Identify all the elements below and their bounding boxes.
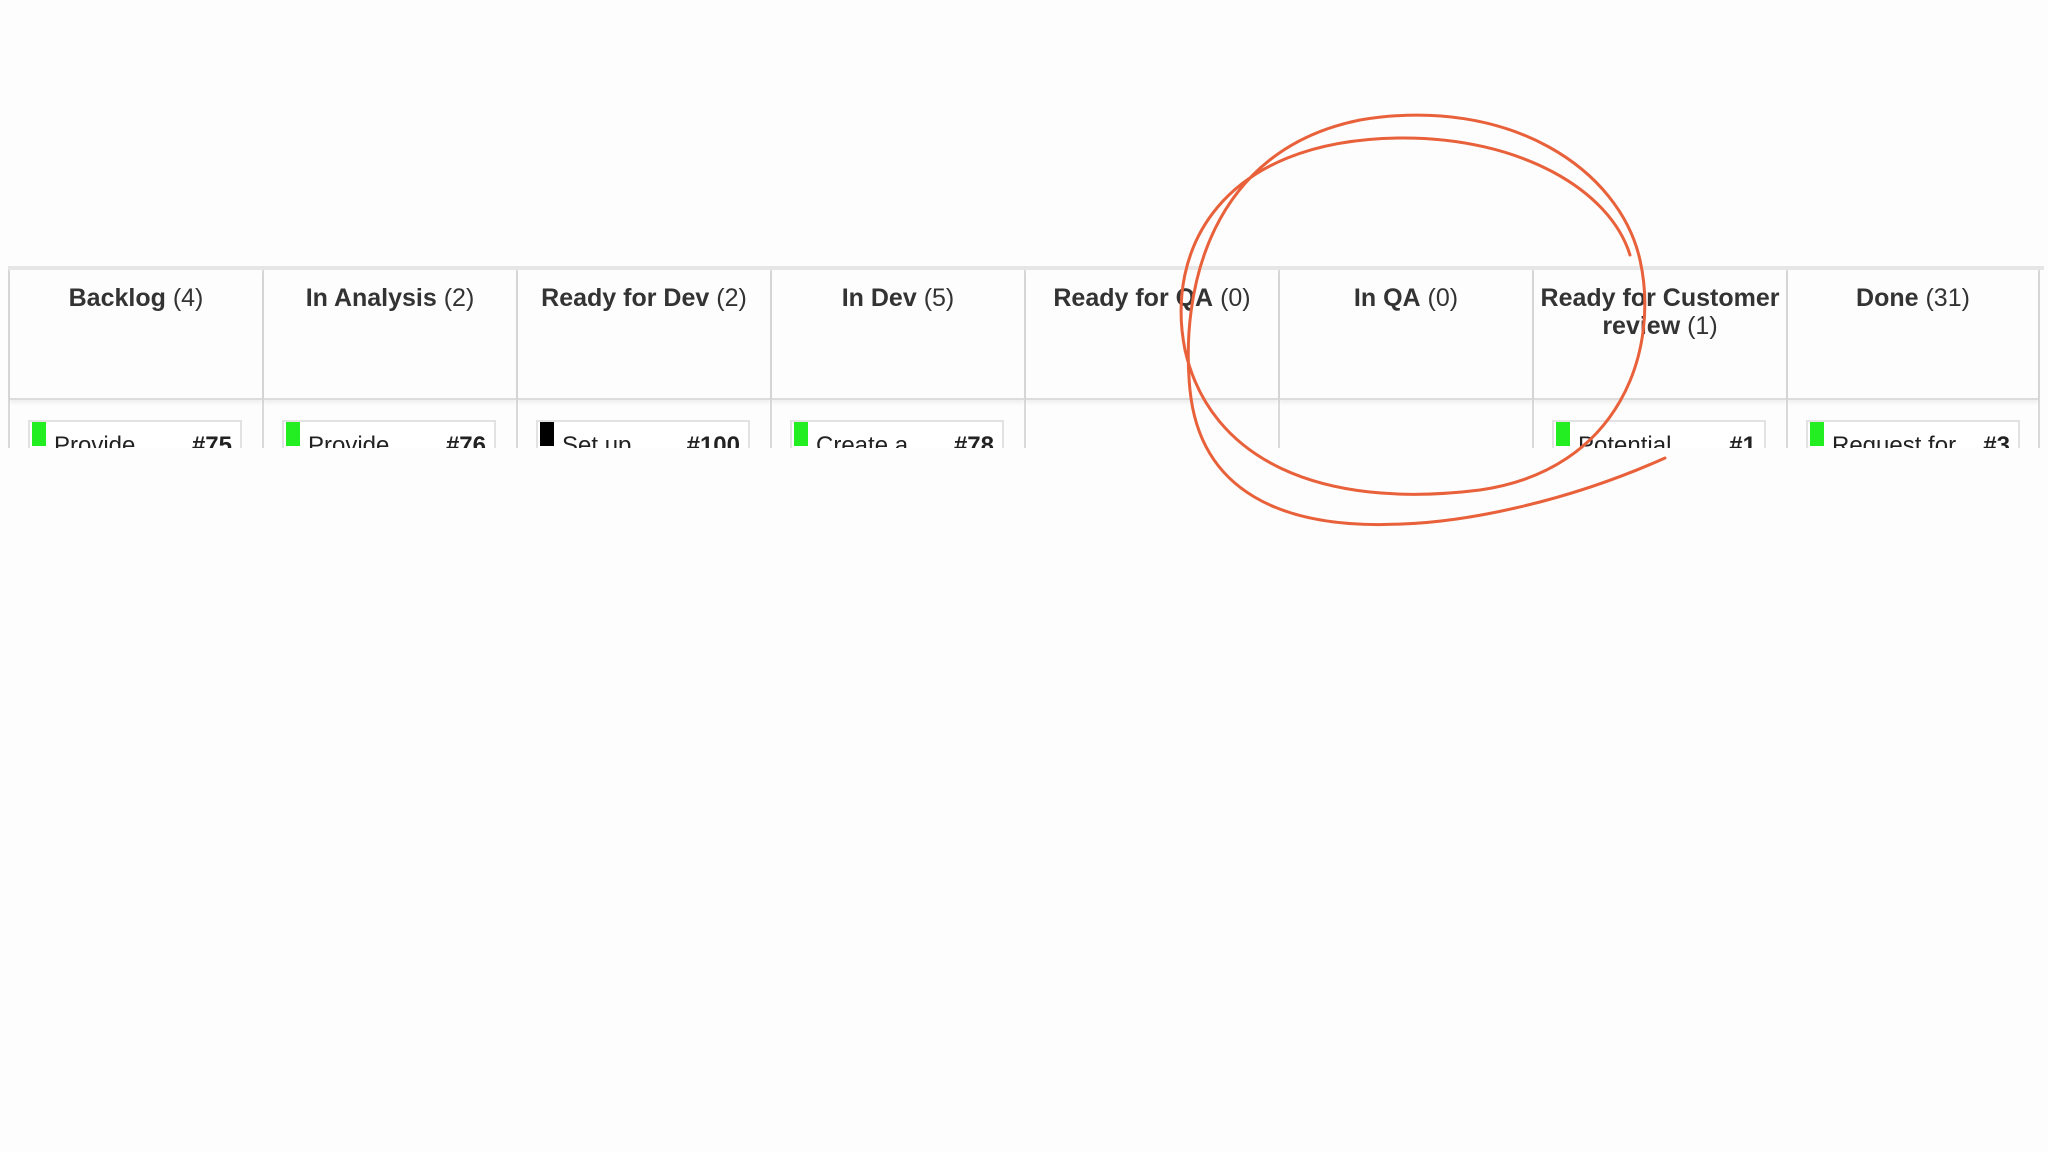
column-name: In QA <box>1353 284 1421 312</box>
column-ready-for-dev: Ready for Dev (2) Set up #100 <box>516 270 770 448</box>
card-title: Set up <box>562 432 632 448</box>
column-header: Ready for Customer review (1) <box>1534 270 1786 400</box>
column-count: (0) <box>1220 284 1251 312</box>
card-number: #100 <box>686 432 740 448</box>
card-title: Request for <box>1832 432 1957 448</box>
card-flag <box>794 422 808 446</box>
card-number: #3 <box>1983 432 2010 448</box>
column-ready-for-qa: Ready for QA (0) <box>1024 270 1278 448</box>
column-in-qa: In QA (0) <box>1278 270 1532 448</box>
column-name: In Analysis <box>305 284 437 312</box>
card[interactable]: Request for #3 <box>1806 420 2020 448</box>
card-flag <box>540 422 554 446</box>
annotation-circle-scribble <box>1179 113 1667 527</box>
column-name: In Dev <box>841 284 917 312</box>
column-count: (5) <box>923 284 955 312</box>
column-name: Ready for Customer review <box>1540 284 1780 340</box>
card-title: Provide <box>54 432 136 448</box>
column-header: Ready for QA (0) <box>1026 270 1278 400</box>
column-ready-for-customer-review: Ready for Customer review (1) Potential … <box>1532 270 1786 448</box>
card-flag <box>32 422 46 446</box>
card-number: #76 <box>445 432 486 448</box>
card-flag <box>286 422 300 446</box>
card[interactable]: Set up #100 <box>536 420 750 448</box>
card[interactable]: Provide #76 <box>282 420 496 448</box>
column-count: (4) <box>172 284 204 312</box>
column-header: Ready for Dev (2) <box>518 270 770 400</box>
column-count: (31) <box>1925 284 1970 312</box>
column-done: Done (31) Request for #3 <box>1786 270 2040 448</box>
card-title: Provide <box>308 432 390 448</box>
column-count: (2) <box>716 284 747 312</box>
column-backlog: Backlog (4) Provide #75 <box>8 270 262 448</box>
column-name: Ready for Dev <box>541 284 710 312</box>
column-name: Backlog <box>68 284 166 312</box>
card-number: #1 <box>1729 432 1756 448</box>
kanban-board: Backlog (4) Provide #75 In Analysis (2) … <box>8 266 2044 448</box>
column-header: In Analysis (2) <box>264 270 516 400</box>
card[interactable]: Potential #1 <box>1552 420 1766 448</box>
card-flag <box>1556 422 1570 446</box>
card-flag <box>1810 422 1824 446</box>
column-header: In Dev (5) <box>772 270 1024 400</box>
card-title: Potential <box>1578 432 1672 448</box>
column-name: Done <box>1856 284 1919 312</box>
column-header: Backlog (4) <box>10 270 262 400</box>
column-in-dev: In Dev (5) Create a #78 <box>770 270 1024 448</box>
card-number: #78 <box>953 432 994 448</box>
card-title: Create a <box>816 432 909 448</box>
card-number: #75 <box>191 432 232 448</box>
column-name: Ready for QA <box>1053 284 1214 312</box>
column-in-analysis: In Analysis (2) Provide #76 <box>262 270 516 448</box>
column-count: (0) <box>1427 284 1459 312</box>
card[interactable]: Provide #75 <box>28 420 242 448</box>
card[interactable]: Create a #78 <box>790 420 1004 448</box>
column-count: (1) <box>1687 312 1718 340</box>
column-count: (2) <box>443 284 475 312</box>
column-header: In QA (0) <box>1280 270 1532 400</box>
column-header: Done (31) <box>1788 270 2038 400</box>
